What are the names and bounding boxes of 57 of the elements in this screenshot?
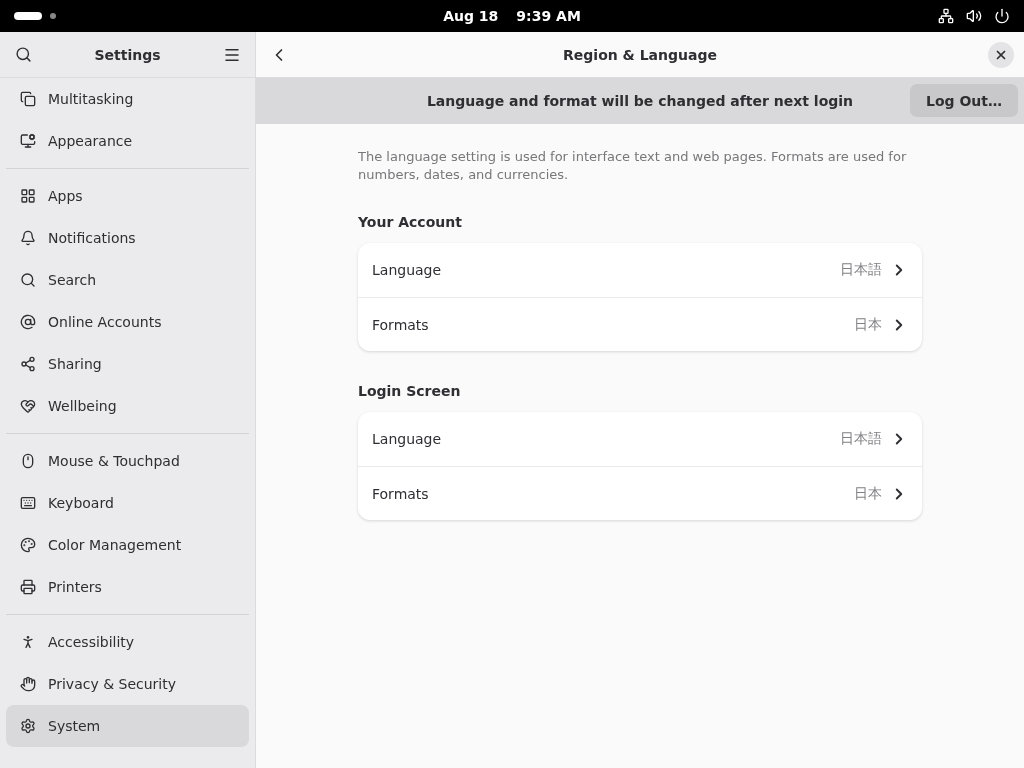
sidebar-item[interactable]: Notifications: [6, 217, 249, 259]
settings-row[interactable]: Language 日本語: [358, 243, 922, 297]
page-title: Region & Language: [562, 46, 718, 63]
sidebar-item[interactable]: Sharing: [6, 343, 249, 385]
sidebar-item[interactable]: System: [6, 705, 249, 747]
time-text: 9:39 AM: [516, 8, 581, 24]
settings-icon: [20, 718, 36, 734]
row-label: Language: [372, 262, 442, 278]
row-value: 日本: [854, 315, 882, 334]
mouse-icon: [20, 453, 36, 469]
sidebar-item[interactable]: Privacy & Security: [6, 663, 249, 705]
sidebar-item[interactable]: Keyboard: [6, 482, 249, 524]
date-text: Aug 18: [443, 8, 499, 24]
power-icon[interactable]: [994, 8, 1010, 24]
row-value: 日本語: [840, 430, 882, 448]
sidebar-item[interactable]: Wellbeing: [6, 385, 249, 427]
sidebar-item[interactable]: Mouse & Touchpad: [6, 440, 249, 482]
row-value: 日本: [854, 484, 882, 503]
windows-icon: [20, 91, 36, 107]
settings-row[interactable]: Formats 日本: [358, 466, 922, 520]
sidebar-item[interactable]: Search: [6, 259, 249, 301]
row-label: Formats: [372, 485, 429, 502]
keyboard-icon: [20, 495, 36, 511]
sidebar-item[interactable]: Multitasking: [6, 78, 249, 120]
hand-icon: [20, 676, 36, 692]
section-title: Login Screen: [358, 383, 462, 399]
row-label: Language: [372, 431, 442, 447]
settings-row[interactable]: Language 日本語: [358, 412, 922, 466]
row-label: Formats: [372, 316, 429, 333]
sidebar-item[interactable]: Apps: [6, 175, 249, 217]
description-text: The language setting is used for interface text and web pages. Formats are used for numbers, dates, and currencies.: [358, 148, 908, 184]
sidebar-item[interactable]: Accessibility: [6, 621, 249, 663]
settings-row[interactable]: Formats 日本: [358, 297, 922, 351]
section-title: Your Account: [358, 214, 463, 230]
at-sign-icon: [20, 314, 36, 330]
search-icon: [20, 272, 36, 288]
bell-icon: [20, 230, 36, 246]
workspace-indicator[interactable]: [14, 12, 42, 20]
sidebar-item[interactable]: Online Accounts: [6, 301, 249, 343]
workspace-dot[interactable]: [50, 13, 56, 19]
share-icon: [20, 356, 36, 372]
sidebar-item[interactable]: Appearance: [6, 120, 249, 162]
grid-icon: [20, 188, 36, 204]
row-value: 日本語: [840, 261, 882, 279]
network-icon[interactable]: [938, 8, 954, 24]
sidebar-item[interactable]: Color Management: [6, 524, 249, 566]
person-icon: [20, 634, 36, 650]
search-icon: [14, 46, 32, 63]
printer-icon: [20, 579, 36, 595]
log-out-button[interactable]: Log Out…: [910, 84, 1018, 117]
close-button[interactable]: [988, 41, 1014, 68]
sidebar-title: Settings: [93, 46, 162, 63]
volume-icon[interactable]: [966, 8, 982, 24]
sidebar-item[interactable]: Printers: [6, 566, 249, 608]
banner-message: Language and format will be changed after next login: [426, 93, 854, 109]
monitor-icon: [20, 133, 36, 149]
palette-icon: [20, 537, 36, 553]
